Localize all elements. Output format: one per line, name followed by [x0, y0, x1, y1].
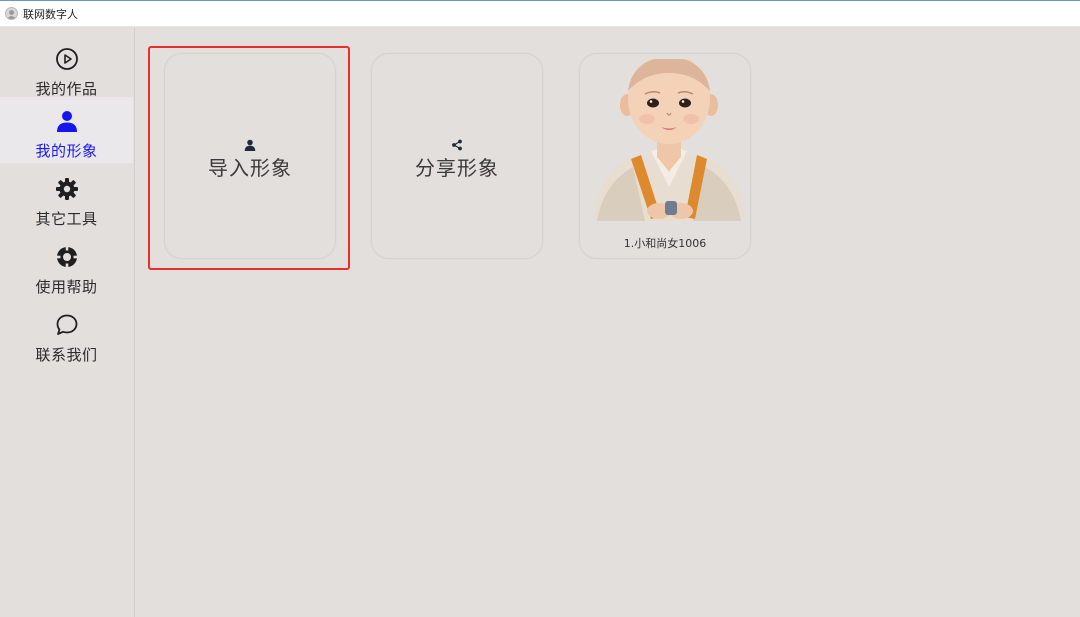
sidebar-item-my-works[interactable]: 我的作品	[0, 35, 133, 101]
avatar-thumbnail	[593, 59, 745, 221]
sidebar: 我的作品 我的形象 其它工具 使用帮助 联系我们	[0, 28, 135, 617]
chat-bubble-icon	[55, 313, 79, 337]
sidebar-item-label: 其它工具	[35, 210, 98, 228]
person-icon	[243, 138, 257, 152]
person-icon	[55, 109, 79, 133]
sidebar-item-other-tools[interactable]: 其它工具	[0, 165, 133, 231]
share-icon	[450, 138, 464, 152]
app-logo-icon	[5, 7, 18, 20]
sidebar-item-label: 我的形象	[35, 142, 98, 160]
sidebar-item-label: 联系我们	[35, 346, 98, 364]
share-avatar-label: 分享形象	[415, 156, 499, 180]
title-bar: 联网数字人	[0, 0, 1080, 27]
window-title: 联网数字人	[23, 7, 78, 21]
lifebuoy-icon	[55, 245, 79, 269]
share-avatar-card[interactable]: 分享形象	[371, 53, 543, 259]
avatar-caption: 1.小和尚女1006	[623, 237, 707, 250]
sidebar-item-contact-us[interactable]: 联系我们	[0, 301, 133, 367]
sidebar-item-my-avatar[interactable]: 我的形象	[0, 97, 133, 163]
gear-icon	[55, 177, 79, 201]
sidebar-item-label: 使用帮助	[35, 278, 98, 296]
app-window: 联网数字人 我的作品 我的形象 其它工具 使用帮助 联系我们 导入形象 分享形象…	[0, 0, 1080, 617]
sidebar-item-help[interactable]: 使用帮助	[0, 233, 133, 299]
play-circle-icon	[55, 47, 79, 71]
import-avatar-card[interactable]: 导入形象	[164, 53, 336, 259]
avatar-card[interactable]: 1.小和尚女1006	[579, 53, 751, 259]
import-avatar-label: 导入形象	[208, 156, 292, 180]
sidebar-item-label: 我的作品	[35, 80, 98, 98]
